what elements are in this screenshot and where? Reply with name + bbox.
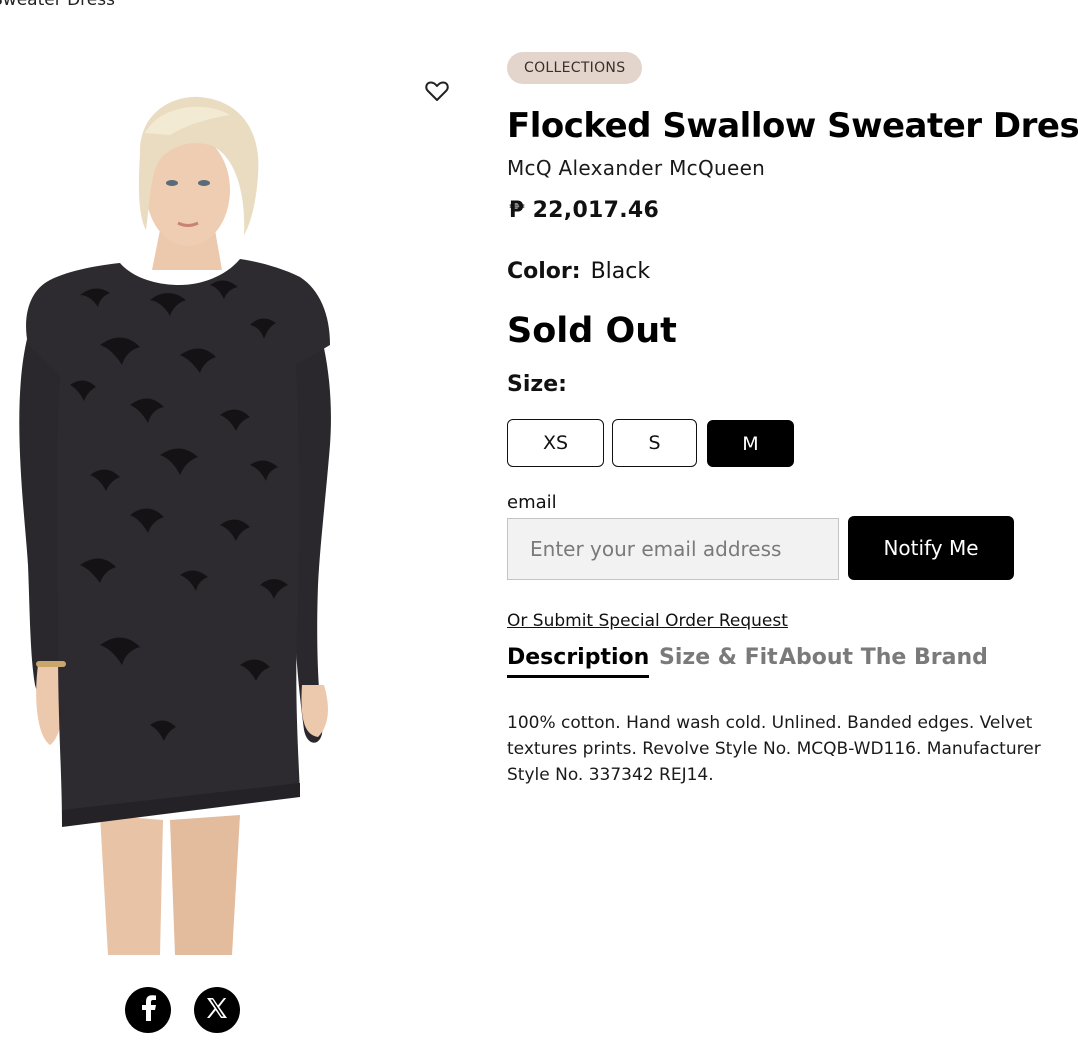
special-order-link[interactable]: Or Submit Special Order Request [507,611,788,631]
product-image [0,45,478,955]
product-description: 100% cotton. Hand wash cold. Unlined. Ba… [507,713,1041,785]
product-brand: McQ Alexander McQueen [507,156,766,180]
product-title: Flocked Swallow Sweater Dress [507,106,1078,146]
x-icon [205,996,229,1024]
color-value: Black [590,259,651,284]
favorite-button[interactable] [422,79,452,107]
breadcrumb-current: Sweater Dress [0,0,115,10]
color-row: Color: Black [507,259,650,284]
facebook-icon [138,995,158,1025]
tab-about-brand[interactable]: About The Brand [779,645,988,675]
tab-size-fit[interactable]: Size & Fit [659,645,778,675]
share-x-button[interactable] [194,987,240,1033]
product-price: ₱ 22,017.46 [509,198,660,223]
breadcrumb[interactable]: Sweater Dress [0,0,115,10]
color-label: Color: [507,259,581,284]
size-option-m[interactable]: M [707,420,794,467]
size-option-s[interactable]: S [612,419,697,467]
collections-badge[interactable]: COLLECTIONS [507,52,643,84]
email-label: email [507,492,557,513]
tab-description[interactable]: Description [507,645,650,678]
size-label: Size: [507,372,567,397]
email-input[interactable] [507,518,839,580]
availability-status: Sold Out [507,311,677,351]
share-facebook-button[interactable] [125,987,171,1033]
notify-me-button[interactable]: Notify Me [848,516,1014,580]
size-option-xs[interactable]: XS [507,419,604,467]
heart-icon [425,80,449,106]
